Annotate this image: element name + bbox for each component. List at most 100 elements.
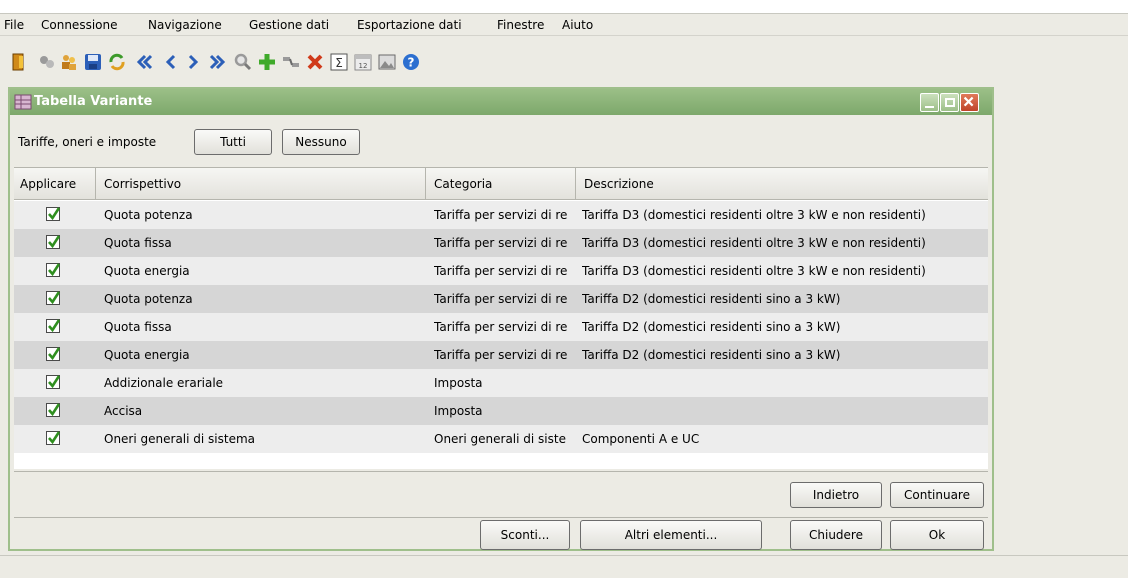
apply-checkbox[interactable] [46, 319, 61, 333]
cell-categoria: Tariffa per servizi di re [434, 320, 568, 334]
cell-corrispettivo: Oneri generali di sistema [104, 432, 256, 446]
checkmark-icon [48, 207, 61, 221]
calendar-icon[interactable]: 12 [352, 51, 374, 73]
cell-descrizione: Tariffa D3 (domestici residenti oltre 3 … [582, 208, 926, 222]
connect-icon[interactable] [36, 51, 58, 73]
internal-window: Tabella Variante Tariffe, oneri e impost… [8, 87, 994, 551]
menu-gestione-dati[interactable]: Gestione dati [249, 18, 329, 32]
menu-esportazione-dati[interactable]: Esportazione dati [357, 18, 462, 32]
menu-bar: File Connessione Navigazione Gestione da… [0, 14, 1128, 36]
cell-corrispettivo: Accisa [104, 404, 143, 418]
apply-checkbox[interactable] [46, 431, 61, 445]
footer-bar: Sconti... Altri elementi... Chiudere Ok [14, 517, 988, 551]
apply-checkbox[interactable] [46, 291, 61, 305]
header-descrizione[interactable]: Descrizione [576, 168, 988, 200]
back-button[interactable]: Indietro [790, 482, 882, 508]
cell-corrispettivo: Quota energia [104, 264, 190, 278]
select-none-button[interactable]: Nessuno [282, 129, 360, 155]
add-icon[interactable] [256, 51, 278, 73]
cell-descrizione [582, 369, 986, 397]
previous-icon[interactable] [160, 51, 182, 73]
header-corrispettivo[interactable]: Corrispettivo [96, 168, 426, 200]
checkmark-icon [48, 291, 61, 305]
maximize-icon[interactable] [940, 93, 959, 112]
header-applicare[interactable]: Applicare [14, 168, 96, 200]
header-categoria[interactable]: Categoria [426, 168, 576, 200]
checkmark-icon [48, 403, 61, 417]
table-row[interactable]: Oneri generali di sistema Oneri generali … [14, 425, 988, 453]
link-icon[interactable] [280, 51, 302, 73]
status-line [0, 555, 1128, 578]
ok-button[interactable]: Ok [890, 520, 984, 550]
first-icon[interactable] [134, 51, 156, 73]
menu-aiuto[interactable]: Aiuto [562, 18, 593, 32]
cell-descrizione: Tariffa D2 (domestici residenti sino a 3… [582, 348, 841, 362]
apply-checkbox[interactable] [46, 347, 61, 361]
top-strip [0, 0, 1128, 14]
exit-icon[interactable] [8, 51, 30, 73]
image-icon[interactable] [376, 51, 398, 73]
table-row[interactable]: Quota potenza Tariffa per servizi di re Ta… [14, 201, 988, 229]
svg-text:12: 12 [359, 62, 368, 70]
cell-corrispettivo: Addizionale erariale [104, 376, 224, 390]
table-row[interactable]: Accisa Imposta [14, 397, 988, 425]
table-row[interactable]: Quota fissa Tariffa per servizi di re Tari… [14, 229, 988, 257]
table-row[interactable]: Addizionale erariale Imposta [14, 369, 988, 397]
desktop-area [996, 83, 1128, 553]
last-icon[interactable] [206, 51, 228, 73]
next-icon[interactable] [182, 51, 204, 73]
svg-text:Σ: Σ [335, 56, 343, 70]
cell-categoria: Tariffa per servizi di re [434, 208, 568, 222]
checkmark-icon [48, 319, 61, 333]
menu-finestre[interactable]: Finestre [497, 18, 544, 32]
table-row[interactable]: Quota fissa Tariffa per servizi di re Tari… [14, 313, 988, 341]
refresh-icon[interactable] [106, 51, 128, 73]
select-all-button[interactable]: Tutti [194, 129, 272, 155]
variant-table: Applicare Corrispettivo Categoria Descri… [14, 167, 988, 469]
delete-icon[interactable] [304, 51, 326, 73]
discounts-button[interactable]: Sconti... [480, 520, 570, 550]
cell-corrispettivo: Quota fissa [104, 236, 172, 250]
table-row[interactable]: Quota energia Tariffa per servizi di re Ta… [14, 257, 988, 285]
table-icon [14, 93, 32, 111]
checkmark-icon [48, 235, 61, 249]
checkmark-icon [48, 263, 61, 277]
cell-categoria: Tariffa per servizi di re [434, 292, 568, 306]
cell-descrizione: Tariffa D3 (domestici residenti oltre 3 … [582, 264, 926, 278]
apply-checkbox[interactable] [46, 403, 61, 417]
search-icon[interactable] [232, 51, 254, 73]
window-title: Tabella Variante [34, 94, 153, 109]
apply-checkbox[interactable] [46, 263, 61, 277]
cell-descrizione [582, 397, 986, 425]
close-icon[interactable] [960, 93, 979, 112]
checkmark-icon [48, 347, 61, 361]
other-elements-button[interactable]: Altri elementi... [580, 520, 762, 550]
table-row[interactable]: Quota potenza Tariffa per servizi di re Ta… [14, 285, 988, 313]
cell-categoria: Imposta [434, 404, 483, 418]
filter-label: Tariffe, oneri e imposte [18, 135, 157, 149]
apply-checkbox[interactable] [46, 375, 61, 389]
menu-file[interactable]: File [4, 18, 24, 32]
svg-text:?: ? [408, 56, 415, 70]
help-icon[interactable]: ? [400, 51, 422, 73]
checkmark-icon [48, 431, 61, 445]
window-title-bar[interactable]: Tabella Variante [10, 89, 992, 115]
users-icon[interactable] [58, 51, 80, 73]
apply-checkbox[interactable] [46, 207, 61, 221]
cell-categoria: Tariffa per servizi di re [434, 348, 568, 362]
checkmark-icon [48, 375, 61, 389]
sum-icon[interactable]: Σ [328, 51, 350, 73]
minimize-icon[interactable] [920, 93, 939, 112]
cell-categoria: Oneri generali di siste [434, 432, 566, 446]
cell-categoria: Imposta [434, 376, 483, 390]
continue-button[interactable]: Continuare [890, 482, 984, 508]
close-button[interactable]: Chiudere [790, 520, 882, 550]
cell-corrispettivo: Quota potenza [104, 208, 193, 222]
cell-descrizione: Tariffa D3 (domestici residenti oltre 3 … [582, 236, 926, 250]
menu-connessione[interactable]: Connessione [41, 18, 117, 32]
menu-navigazione[interactable]: Navigazione [148, 18, 222, 32]
save-icon[interactable] [82, 51, 104, 73]
apply-checkbox[interactable] [46, 235, 61, 249]
table-row[interactable]: Quota energia Tariffa per servizi di re Ta… [14, 341, 988, 369]
cell-categoria: Tariffa per servizi di re [434, 236, 568, 250]
